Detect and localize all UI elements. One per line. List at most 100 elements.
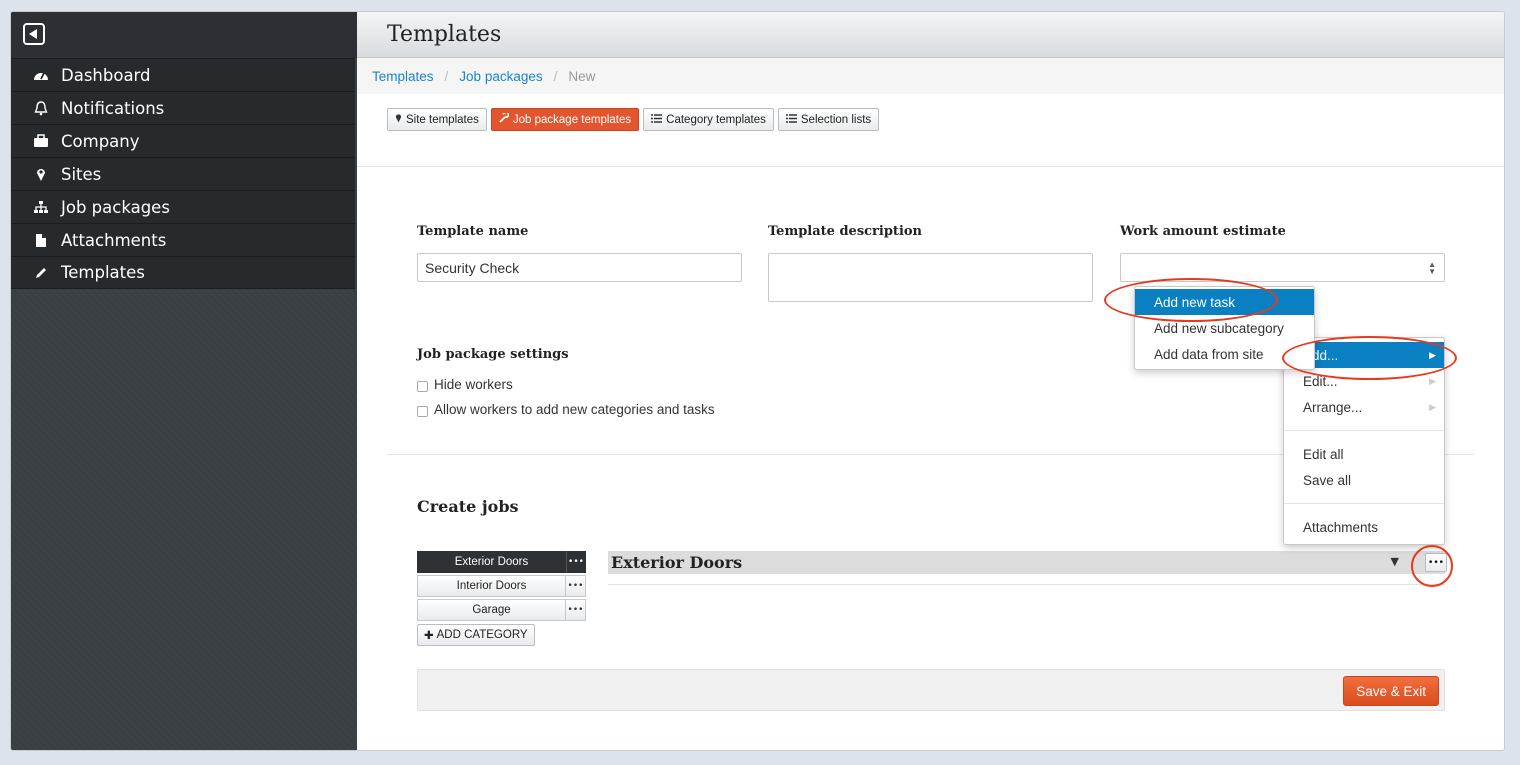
menu-item-add-new-task[interactable]: Add new task xyxy=(1135,289,1314,315)
hide-workers-option[interactable]: Hide workers xyxy=(417,377,513,392)
add-category-label: ADD CATEGORY xyxy=(436,629,528,641)
menu-item-label: Add new subcategory xyxy=(1154,320,1284,336)
allow-workers-label: Allow workers to add new categories and … xyxy=(434,402,715,417)
template-name-input[interactable]: Security Check xyxy=(417,253,742,282)
sidebar-item-label: Job packages xyxy=(61,197,170,217)
menu-item-label: Add data from site xyxy=(1154,346,1264,362)
collapse-arrow-icon[interactable]: ▼ xyxy=(1391,555,1399,568)
sidebar: Dashboard Notifications Company Sites Jo… xyxy=(11,12,357,750)
plus-icon: ✚ xyxy=(424,630,434,642)
menu-item-arrange[interactable]: Arrange... ▶ xyxy=(1284,394,1444,420)
bell-icon xyxy=(31,100,51,116)
submenu-arrow-icon: ▶ xyxy=(1429,401,1436,412)
breadcrumb-job-packages[interactable]: Job packages xyxy=(459,69,542,84)
sidebar-item-job-packages[interactable]: Job packages xyxy=(11,190,355,223)
form-footer: Save & Exit xyxy=(417,669,1445,711)
page-title: Templates xyxy=(387,22,502,47)
category-name[interactable]: Garage xyxy=(417,599,566,621)
sidebar-item-attachments[interactable]: Attachments xyxy=(11,223,355,256)
menu-divider xyxy=(1284,503,1444,504)
breadcrumb-current: New xyxy=(568,68,596,84)
breadcrumb-separator: / xyxy=(553,68,558,84)
add-submenu: Add new task Add new subcategory Add dat… xyxy=(1134,286,1315,370)
wrench-icon xyxy=(499,111,510,126)
file-icon xyxy=(31,233,51,248)
menu-divider xyxy=(1284,430,1444,431)
title-bar: Templates xyxy=(357,12,1504,58)
menu-item-label: Save all xyxy=(1303,472,1352,488)
template-description-field[interactable] xyxy=(768,253,1093,302)
submenu-arrow-icon: ▶ xyxy=(1429,349,1436,360)
category-name[interactable]: Interior Doors xyxy=(417,575,566,597)
tab-selection-lists[interactable]: Selection lists xyxy=(777,108,880,131)
sidebar-header xyxy=(11,12,357,58)
sidebar-item-notifications[interactable]: Notifications xyxy=(11,91,355,124)
hide-workers-label: Hide workers xyxy=(434,377,513,392)
sidebar-item-label: Templates xyxy=(61,263,145,282)
tab-label: Job package templates xyxy=(512,113,632,126)
category-name[interactable]: Exterior Doors xyxy=(417,551,566,573)
hide-workers-checkbox[interactable] xyxy=(417,380,428,392)
breadcrumb-separator: / xyxy=(444,68,449,84)
menu-item-label: Add new task xyxy=(1154,294,1236,310)
sidebar-item-label: Sites xyxy=(61,164,102,184)
category-more-options-button[interactable]: ••• xyxy=(1425,553,1447,572)
breadcrumb: Templates / Job packages / New xyxy=(357,58,1504,94)
tab-label: Selection lists xyxy=(800,113,872,126)
menu-item-label: Attachments xyxy=(1303,519,1379,535)
sidebar-item-dashboard[interactable]: Dashboard xyxy=(11,58,355,91)
work-estimate-input[interactable]: ▲ ▼ xyxy=(1120,253,1445,282)
menu-item-add-data-from-site[interactable]: Add data from site xyxy=(1135,341,1314,367)
more-options-icon[interactable]: ••• xyxy=(566,551,586,573)
job-package-settings-label: Job package settings xyxy=(417,347,569,362)
menu-item-label: Edit all xyxy=(1303,446,1344,462)
app-window: Dashboard Notifications Company Sites Jo… xyxy=(10,11,1505,751)
sidebar-item-label: Notifications xyxy=(61,98,165,118)
menu-item-add-new-subcategory[interactable]: Add new subcategory xyxy=(1135,315,1314,341)
work-estimate-label: Work amount estimate xyxy=(1120,224,1286,239)
tab-label: Site templates xyxy=(406,113,479,126)
menu-item-edit-all[interactable]: Edit all xyxy=(1284,441,1444,467)
sidebar-item-templates[interactable]: Templates xyxy=(11,256,355,289)
tab-job-package-templates[interactable]: Job package templates xyxy=(490,108,640,131)
allow-workers-option[interactable]: Allow workers to add new categories and … xyxy=(417,402,715,417)
save-exit-button[interactable]: Save & Exit xyxy=(1343,676,1439,706)
category-item[interactable]: Interior Doors ••• xyxy=(417,575,586,597)
sidebar-item-label: Dashboard xyxy=(61,65,151,85)
menu-item-attachments[interactable]: Attachments xyxy=(1284,514,1444,540)
add-category-button[interactable]: ✚ ADD CATEGORY xyxy=(417,624,535,646)
category-item[interactable]: Garage ••• xyxy=(417,599,586,621)
category-item[interactable]: Exterior Doors ••• xyxy=(417,551,586,573)
sitemap-icon xyxy=(31,200,51,214)
template-name-value: Security Check xyxy=(425,259,520,276)
submenu-arrow-icon: ▶ xyxy=(1429,375,1436,386)
collapse-sidebar-icon[interactable] xyxy=(23,23,45,45)
template-name-label: Template name xyxy=(417,224,529,239)
allow-workers-checkbox[interactable] xyxy=(417,405,428,417)
sidebar-item-company[interactable]: Company xyxy=(11,124,355,157)
create-jobs-title: Create jobs xyxy=(417,497,519,516)
briefcase-icon xyxy=(31,134,51,148)
category-list: Exterior Doors ••• Interior Doors ••• Ga… xyxy=(417,551,586,623)
menu-item-edit[interactable]: Edit... ▶ xyxy=(1284,368,1444,394)
tab-category-templates[interactable]: Category templates xyxy=(643,108,774,131)
menu-item-save-all[interactable]: Save all xyxy=(1284,467,1444,493)
dashboard-icon xyxy=(31,68,51,82)
map-pin-icon xyxy=(395,113,402,126)
sidebar-item-label: Company xyxy=(61,131,140,151)
template-description-label: Template description xyxy=(768,224,923,239)
menu-item-label: Arrange... xyxy=(1303,399,1363,415)
sidebar-item-label: Attachments xyxy=(61,230,167,250)
more-options-icon[interactable]: ••• xyxy=(566,599,586,621)
list-icon xyxy=(785,113,797,126)
menu-item-label: Edit... xyxy=(1303,373,1338,389)
template-tabs: Site templates Job package templates Cat… xyxy=(387,108,880,131)
number-spinner-icon[interactable]: ▲ ▼ xyxy=(1428,261,1436,276)
tab-site-templates[interactable]: Site templates xyxy=(387,108,487,131)
more-options-icon[interactable]: ••• xyxy=(566,575,586,597)
breadcrumb-templates[interactable]: Templates xyxy=(372,69,434,84)
pencil-icon xyxy=(31,266,51,280)
sidebar-item-sites[interactable]: Sites xyxy=(11,157,355,190)
sidebar-nav: Dashboard Notifications Company Sites Jo… xyxy=(11,58,357,289)
main-content: Templates Templates / Job packages / New… xyxy=(357,12,1504,750)
